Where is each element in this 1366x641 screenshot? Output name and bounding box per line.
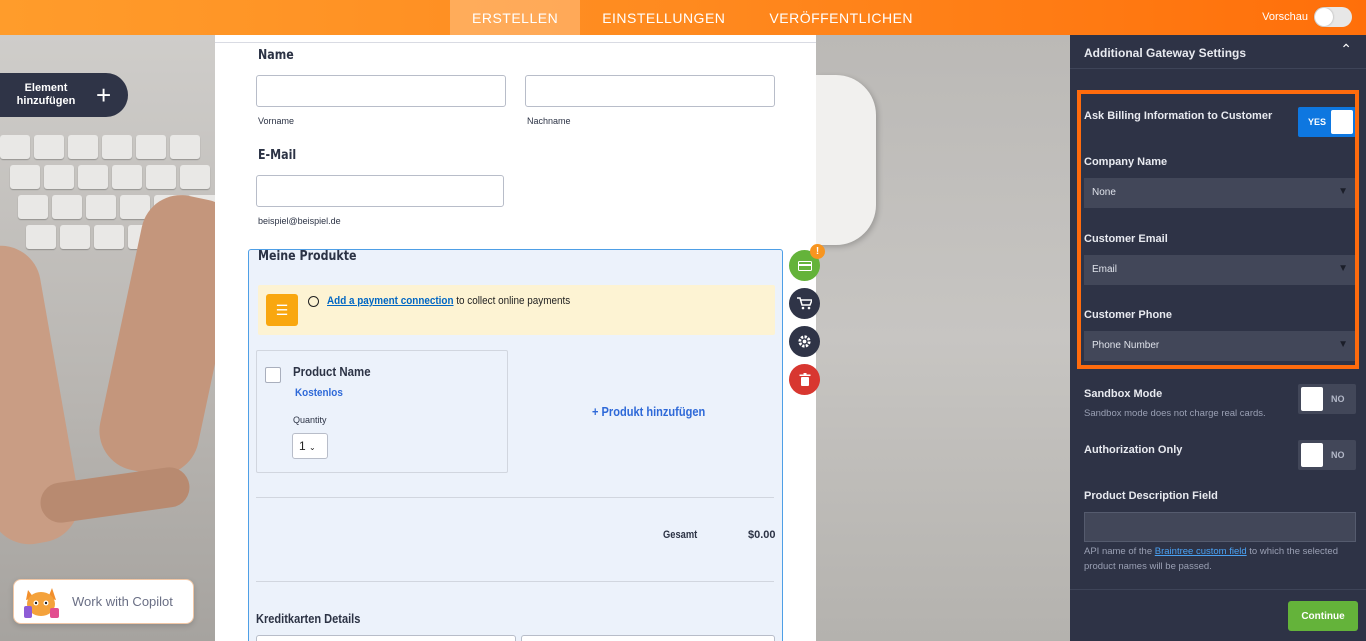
credit-card-title: Kreditkarten Details [256,611,361,626]
card-number-input[interactable] [256,635,516,641]
checklist-icon: ☰ [266,294,298,326]
total-value: $0.00 [748,529,776,541]
product-card: Product Name Kostenlos Quantity 1 ⌄ [256,350,508,473]
authorization-only-toggle[interactable]: NO [1298,440,1356,470]
tab-veroeffentlichen[interactable]: VERÖFFENTLICHEN [747,0,935,35]
quantity-select[interactable]: 1 ⌄ [292,433,328,459]
email-label: E-Mail [258,148,297,163]
dropdown-arrow-icon: ▼ [1338,186,1348,197]
last-name-sublabel: Nachname [527,116,571,126]
toggle-handle [1331,110,1353,134]
divider [215,42,816,43]
radio-icon [308,296,319,307]
continue-button[interactable]: Continue [1288,601,1358,631]
product-checkbox[interactable] [265,367,281,383]
delete-button[interactable] [789,364,820,395]
select-value: None [1092,187,1116,198]
product-description-input[interactable] [1084,512,1356,542]
warning-badge: ! [810,244,825,259]
quantity-value: 1 [299,439,306,453]
customer-email-select[interactable]: Email ▼ [1084,255,1356,285]
form-canvas: Name Vorname Nachname E-Mail beispiel@be… [215,35,816,641]
mouse-image [816,75,876,245]
dropdown-arrow-icon: ▼ [1338,339,1348,350]
dropdown-arrow-icon: ▼ [1338,263,1348,274]
products-button[interactable] [789,288,820,319]
authorization-only-label: Authorization Only [1084,444,1183,456]
sandbox-mode-label: Sandbox Mode [1084,388,1163,400]
tab-erstellen[interactable]: ERSTELLEN [450,0,581,35]
toggle-handle [1301,443,1323,467]
customer-email-label: Customer Email [1084,233,1168,245]
toggle-value: NO [1331,450,1345,460]
product-name: Product Name [293,364,371,379]
name-label: Name [258,48,294,63]
settings-button[interactable] [789,326,820,357]
builder-tabs: ERSTELLEN EINSTELLUNGEN VERÖFFENTLICHEN [450,0,935,35]
ask-billing-label: Ask Billing Information to Customer [1084,110,1273,122]
chevron-down-icon: ⌄ [309,443,316,452]
card-expiry-input[interactable] [521,635,775,641]
settings-panel: Additional Gateway Settings ⌃ Ask Billin… [1070,35,1366,641]
plus-icon: + [96,79,112,110]
payment-notice: ☰ Add a payment connection to collect on… [258,285,775,335]
preview-toggle[interactable] [1314,7,1352,27]
panel-title: Additional Gateway Settings [1084,46,1247,60]
add-payment-link[interactable]: Add a payment connection [327,295,454,307]
braintree-custom-field-link[interactable]: Braintree custom field [1155,546,1247,557]
gear-icon [798,335,811,348]
cart-icon [797,297,812,310]
first-name-sublabel: Vorname [258,116,295,126]
company-name-label: Company Name [1084,156,1168,168]
products-block[interactable]: Meine Produkte ☰ Add a payment connectio… [248,249,783,641]
sandbox-mode-toggle[interactable]: NO [1298,384,1356,414]
background-photo-left [0,35,215,641]
preview-label: Vorschau [1262,11,1308,23]
copilot-button[interactable]: Work with Copilot [13,579,194,624]
add-element-button[interactable]: Element hinzufügen + [0,73,128,117]
chevron-up-icon[interactable]: ⌃ [1340,41,1352,58]
toggle-value: YES [1308,117,1327,127]
company-name-select[interactable]: None ▼ [1084,178,1356,208]
preview-toggle-group: Vorschau [1262,7,1352,27]
notice-message: Add a payment connection to collect onli… [327,295,570,307]
credit-card-icon [797,260,812,271]
hint-text: API name of the [1084,546,1155,557]
last-name-input[interactable] [525,75,775,107]
notice-text: to collect online payments [453,295,571,307]
product-price: Kostenlos [295,387,343,399]
add-product-link[interactable]: + Produkt hinzufügen [592,404,705,419]
email-input[interactable] [256,175,504,207]
sandbox-hint: Sandbox mode does not charge real cards. [1084,408,1266,419]
product-description-label: Product Description Field [1084,490,1218,502]
customer-phone-label: Customer Phone [1084,309,1173,321]
toggle-knob [1315,8,1333,26]
add-element-label: Element hinzufügen [16,82,76,107]
panel-header[interactable]: Additional Gateway Settings ⌃ [1070,35,1366,69]
divider [256,497,774,498]
quantity-label: Quantity [293,415,327,425]
product-description-hint: API name of the Braintree custom field t… [1084,544,1354,574]
total-label: Gesamt [663,529,698,541]
products-title: Meine Produkte [258,249,357,264]
select-value: Email [1092,264,1118,275]
copilot-avatar-icon [22,584,62,620]
trash-icon [799,372,810,386]
copilot-label: Work with Copilot [72,594,173,609]
customer-phone-select[interactable]: Phone Number ▼ [1084,331,1356,361]
background-photo-right [816,35,1070,641]
email-sublabel: beispiel@beispiel.de [258,216,341,226]
divider [256,581,774,582]
toggle-handle [1301,387,1323,411]
ask-billing-toggle[interactable]: YES [1298,107,1356,137]
first-name-input[interactable] [256,75,506,107]
tab-einstellungen[interactable]: EINSTELLUNGEN [580,0,747,35]
top-nav-bar: ERSTELLEN EINSTELLUNGEN VERÖFFENTLICHEN … [0,0,1366,35]
select-value: Phone Number [1092,340,1160,351]
toggle-value: NO [1331,394,1345,404]
